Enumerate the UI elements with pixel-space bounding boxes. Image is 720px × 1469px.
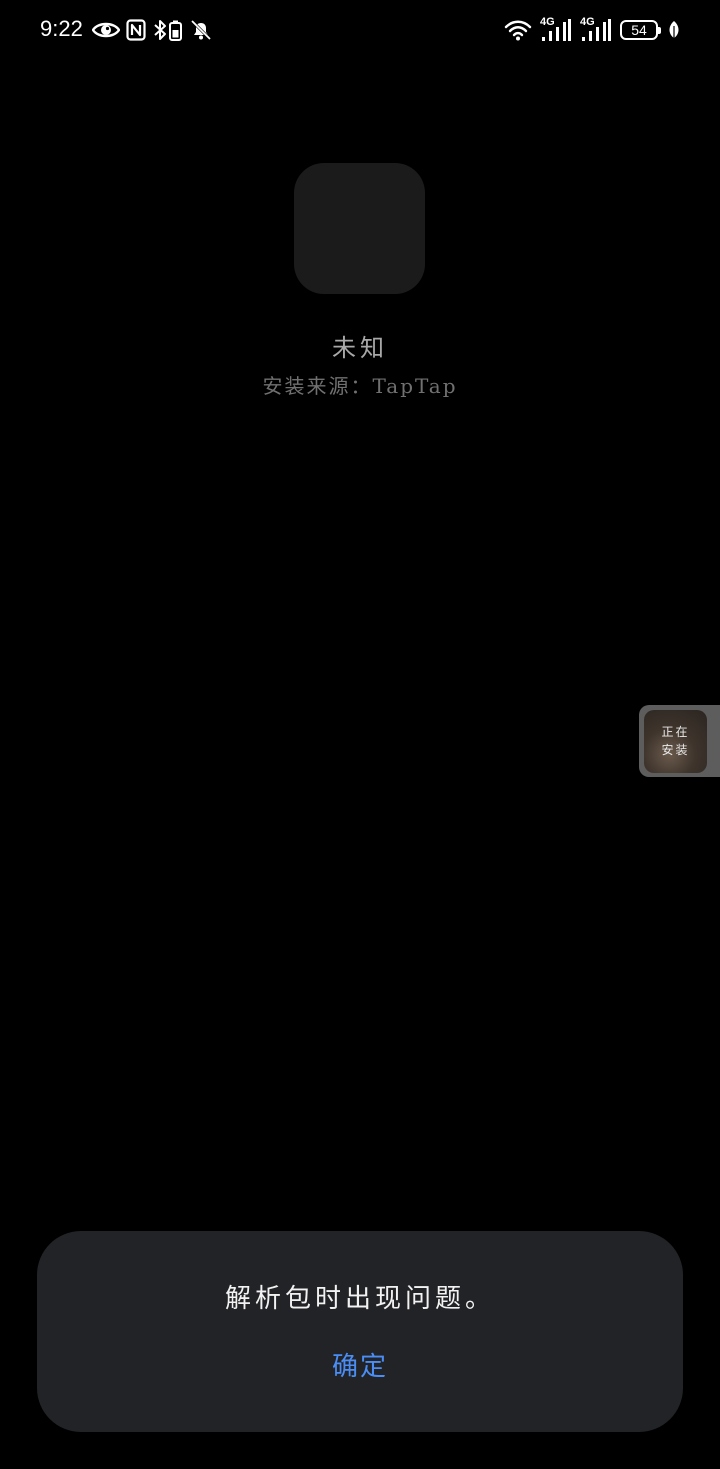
battery-icon: 54	[620, 20, 661, 40]
dialog-message: 解析包时出现问题。	[224, 1284, 495, 1314]
wifi-icon	[504, 20, 532, 41]
installing-label-line2: 安装	[661, 742, 690, 757]
confirm-button[interactable]: 确定	[310, 1343, 410, 1391]
status-bar: 9:22 4G 4G 54	[0, 0, 720, 62]
status-right-icons: 4G 4G 54	[504, 16, 680, 44]
bell-off-icon	[190, 19, 212, 41]
install-source: 安装来源：TapTap	[262, 374, 458, 398]
status-left-icons	[92, 17, 212, 43]
battery-level: 54	[631, 22, 647, 38]
app-name: 未知	[332, 334, 388, 362]
installing-float-thumbnail: 正在 安装	[644, 710, 707, 773]
installing-float-button[interactable]: 正在 安装	[639, 705, 720, 777]
screen: 9:22 4G 4G 54 未知 安装来源：TapTap 正在 安装 解析包时出…	[0, 0, 720, 1469]
app-icon	[294, 163, 425, 294]
leaf-icon	[669, 21, 679, 39]
installing-label-line1: 正在	[661, 725, 690, 740]
signal-4g-icon: 4G	[580, 16, 612, 43]
error-dialog: 解析包时出现问题。 确定	[37, 1231, 683, 1432]
status-time: 9:22	[40, 16, 83, 41]
nfc-icon	[126, 19, 146, 41]
bluetooth-battery-icon	[154, 20, 182, 41]
signal-4g-icon: 4G	[540, 16, 572, 43]
eye-icon	[92, 22, 120, 38]
